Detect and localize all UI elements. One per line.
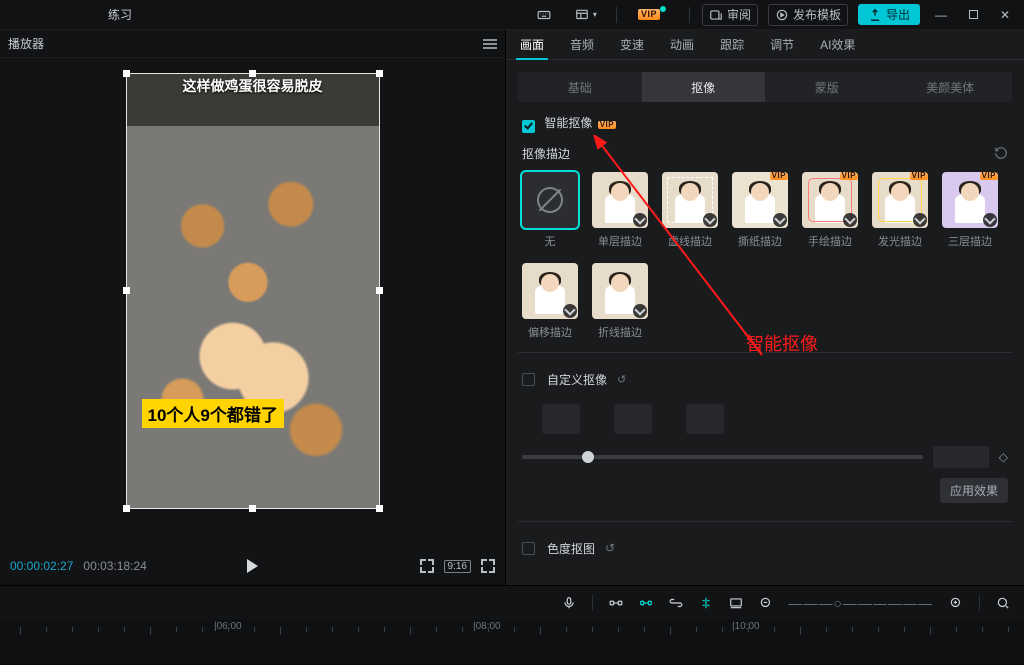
- chroma-key-label: 色度抠图: [547, 540, 595, 557]
- apply-effect-button[interactable]: 应用效果: [940, 478, 1008, 503]
- tab-audio[interactable]: 音频: [566, 30, 598, 59]
- smart-matting-checkbox[interactable]: [522, 120, 535, 133]
- stroke-offset[interactable]: 偏移描边: [522, 263, 578, 340]
- stroke-dashed[interactable]: 虚线描边: [662, 172, 718, 249]
- review-button[interactable]: 审阅: [702, 4, 758, 26]
- window-minimize[interactable]: —: [930, 4, 952, 26]
- stroke-polyline[interactable]: 折线描边: [592, 263, 648, 340]
- custom-tool-boxes: [506, 398, 1024, 436]
- custom-tool[interactable]: [614, 404, 652, 434]
- window-maximize[interactable]: [962, 4, 984, 26]
- keyframe-icon[interactable]: ◇: [999, 450, 1008, 464]
- resize-handle[interactable]: [123, 70, 130, 77]
- player-stage[interactable]: 这样做鸡蛋很容易脱皮 10个人9个都错了: [0, 58, 505, 547]
- chroma-key-row[interactable]: 色度抠图 ↺: [506, 530, 1024, 567]
- video-overlay-caption: 10个人9个都错了: [142, 399, 284, 428]
- tab-tracking[interactable]: 跟踪: [716, 30, 748, 59]
- video-overlay-top: 这样做鸡蛋很容易脱皮: [127, 76, 379, 96]
- publish-template-button[interactable]: 发布模板: [768, 4, 848, 26]
- resize-handle[interactable]: [123, 505, 130, 512]
- link-icon[interactable]: [669, 596, 683, 610]
- inspector-pane: 画面 音频 变速 动画 跟踪 调节 AI效果 基础 抠像 蒙版 美颜美体 智能抠…: [506, 30, 1024, 585]
- subtab-beauty[interactable]: 美颜美体: [889, 72, 1013, 102]
- zoom-fit-icon[interactable]: [996, 596, 1010, 610]
- vip-badge: VIP: [598, 121, 616, 129]
- custom-matting-checkbox[interactable]: [522, 373, 535, 386]
- app-titlebar: 练习 ▾ VIP 审阅 发布模板 导出 — ✕: [0, 0, 1024, 30]
- tab-animation[interactable]: 动画: [666, 30, 698, 59]
- resize-handle[interactable]: [249, 505, 256, 512]
- brush-size-value[interactable]: [933, 446, 989, 468]
- smart-matting-label: 智能抠像: [544, 116, 592, 130]
- blade-active-icon[interactable]: [699, 596, 713, 610]
- magnet-active-icon[interactable]: [639, 596, 653, 610]
- resize-handle[interactable]: [376, 287, 383, 294]
- transport-bar: 00:00:02:27 00:03:18:24 9:16: [0, 547, 505, 585]
- subtab-matting[interactable]: 抠像: [642, 72, 766, 102]
- annotation-text: 智能抠像: [746, 330, 818, 356]
- stroke-thumbs: 无 单层描边 虚线描边 VIP 撕纸描边 VIP 手绘描边 VIP 发光描边: [506, 162, 1024, 344]
- tab-adjust[interactable]: 调节: [766, 30, 798, 59]
- stroke-hand[interactable]: VIP 手绘描边: [802, 172, 858, 249]
- stroke-torn[interactable]: VIP 撕纸描边: [732, 172, 788, 249]
- keyboard-icon[interactable]: [530, 4, 558, 26]
- player-menu-icon[interactable]: [483, 39, 497, 49]
- property-tabs: 画面 音频 变速 动画 跟踪 调节 AI效果: [506, 30, 1024, 60]
- fullscreen-icon[interactable]: [481, 559, 495, 573]
- zoom-out-icon[interactable]: [759, 596, 773, 610]
- stroke-glow[interactable]: VIP 发光描边: [872, 172, 928, 249]
- custom-tool[interactable]: [686, 404, 724, 434]
- zoom-in-icon[interactable]: [949, 596, 963, 610]
- preview-icon[interactable]: [729, 596, 743, 610]
- resize-handle[interactable]: [376, 505, 383, 512]
- tab-speed[interactable]: 变速: [616, 30, 648, 59]
- link-split-icon[interactable]: [609, 596, 623, 610]
- stroke-single[interactable]: 单层描边: [592, 172, 648, 249]
- resize-handle[interactable]: [123, 287, 130, 294]
- reset-small-icon[interactable]: ↺: [617, 373, 626, 386]
- custom-matting-label: 自定义抠像: [547, 371, 607, 388]
- subtab-basic[interactable]: 基础: [518, 72, 642, 102]
- resize-handle[interactable]: [249, 70, 256, 77]
- window-close[interactable]: ✕: [994, 4, 1016, 26]
- time-total: 00:03:18:24: [83, 559, 146, 573]
- vip-button[interactable]: VIP: [629, 4, 677, 26]
- timeline-ruler[interactable]: |06:00 |08:00 |10:00: [0, 619, 1024, 664]
- chroma-key-checkbox[interactable]: [522, 542, 535, 555]
- play-button[interactable]: [247, 559, 258, 573]
- frame-fit-icon[interactable]: [420, 559, 434, 573]
- time-current: 00:00:02:27: [10, 559, 73, 573]
- tab-ai-effect[interactable]: AI效果: [816, 30, 859, 59]
- custom-matting-row: 自定义抠像 ↺: [506, 361, 1024, 398]
- subtab-mask[interactable]: 蒙版: [765, 72, 889, 102]
- stroke-none[interactable]: 无: [522, 172, 578, 249]
- brush-size-slider[interactable]: [522, 455, 923, 459]
- tab-picture[interactable]: 画面: [516, 30, 548, 59]
- stroke-triple[interactable]: VIP 三层描边: [942, 172, 998, 249]
- layout-icon[interactable]: ▾: [568, 4, 604, 26]
- aspect-ratio-button[interactable]: 9:16: [444, 560, 471, 573]
- picture-subtabs: 基础 抠像 蒙版 美颜美体: [518, 72, 1012, 102]
- resize-handle[interactable]: [376, 70, 383, 77]
- export-button[interactable]: 导出: [858, 4, 920, 25]
- stroke-section-title: 抠像描边: [522, 145, 570, 162]
- zoom-slider[interactable]: ———○——————: [789, 595, 933, 611]
- player-pane: 播放器 这样做鸡蛋很容易脱皮 10个人9个都错了 00:00:02:27: [0, 30, 506, 585]
- mic-icon[interactable]: [562, 596, 576, 610]
- reset-icon[interactable]: [994, 146, 1008, 160]
- custom-tool[interactable]: [542, 404, 580, 434]
- project-title: 练习: [108, 6, 132, 23]
- timeline-toolbar: ———○——————: [0, 585, 1024, 619]
- video-frame[interactable]: 这样做鸡蛋很容易脱皮 10个人9个都错了: [126, 73, 380, 509]
- player-pane-title: 播放器: [8, 35, 44, 52]
- smart-matting-row: 智能抠像 VIP: [506, 102, 1024, 137]
- video-preview: [127, 74, 379, 508]
